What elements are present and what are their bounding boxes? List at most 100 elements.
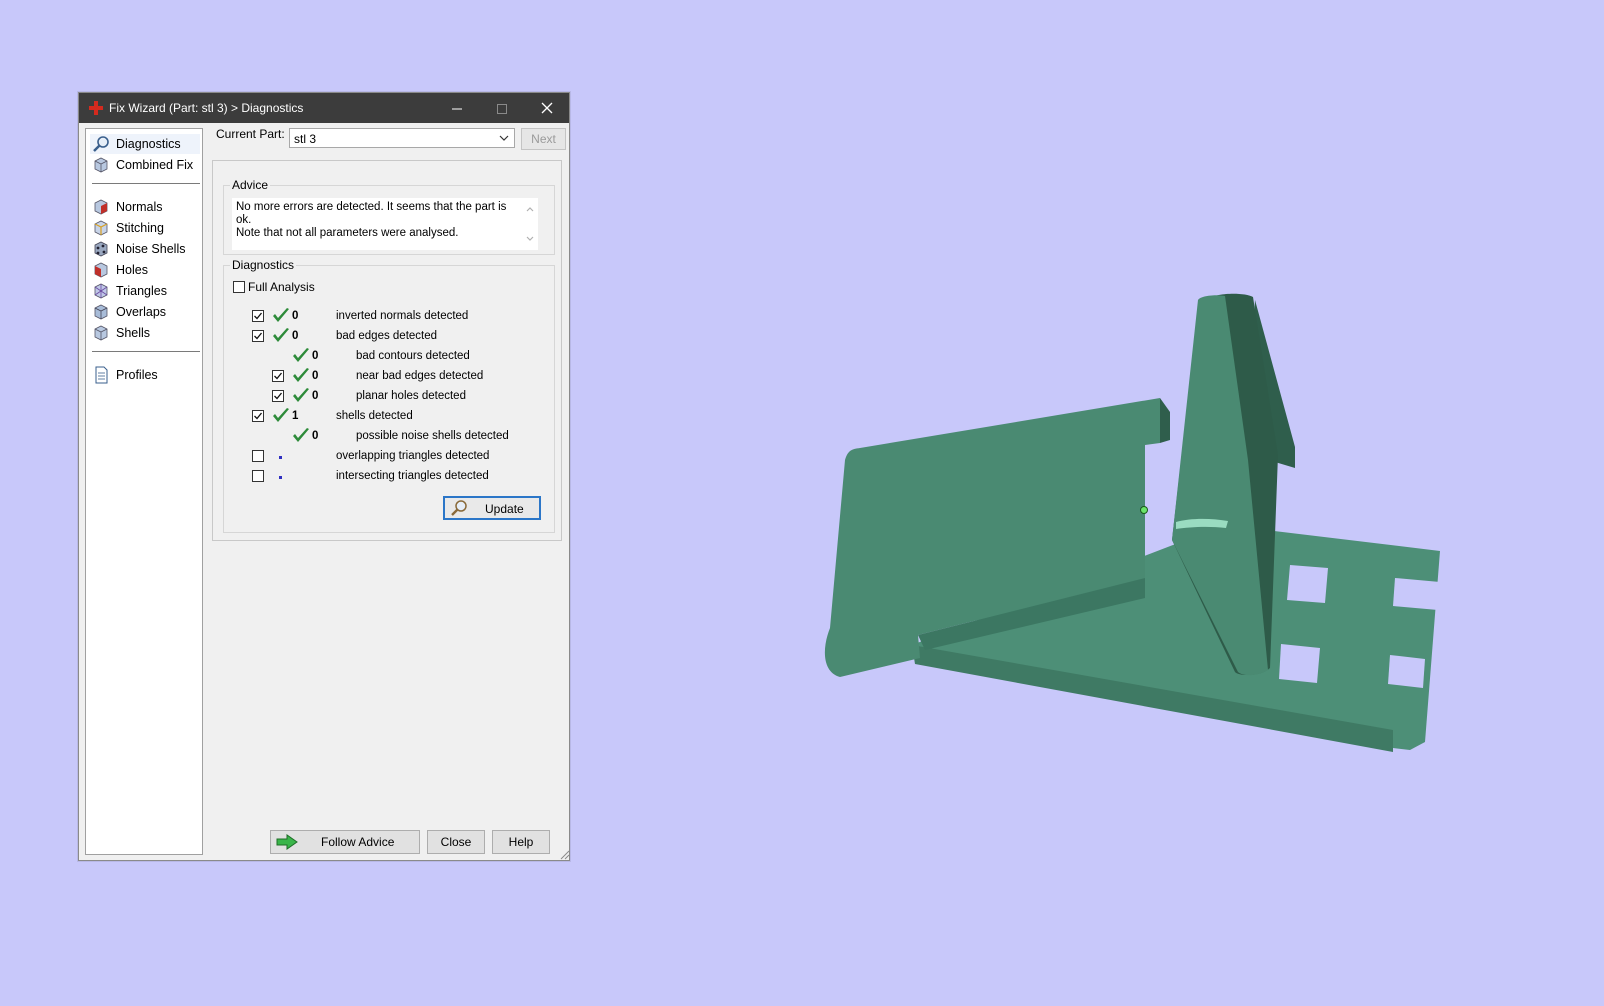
minimize-icon [451, 108, 462, 110]
triangles-icon [94, 283, 108, 299]
current-part-select[interactable]: stl 3 [289, 128, 515, 148]
minimize-button[interactable] [434, 93, 479, 123]
advice-text: No more errors are detected. It seems th… [236, 201, 516, 240]
nav-label: Overlaps [116, 305, 167, 319]
nav-label: Shells [116, 326, 151, 340]
nav-separator [92, 351, 200, 352]
holes-icon [94, 262, 108, 278]
current-part-value: stl 3 [294, 132, 317, 146]
full-analysis-checkbox[interactable] [233, 281, 245, 293]
diagnostic-checkbox[interactable] [252, 310, 264, 322]
diagnostic-label: bad contours detected [356, 350, 470, 362]
advice-scrollbar[interactable] [522, 198, 538, 250]
diagnostic-checkbox[interactable] [272, 370, 284, 382]
checkmark-icon [254, 412, 263, 420]
diagnostic-checkbox[interactable] [252, 330, 264, 342]
diagnostic-label: inverted normals detected [336, 310, 469, 322]
scroll-down-icon [526, 236, 534, 241]
green-check-icon [293, 368, 309, 382]
nav-item-noise-shells[interactable]: Noise Shells [90, 239, 200, 259]
nav-label: Normals [116, 200, 163, 214]
nav-item-profiles[interactable]: Profiles [90, 365, 200, 385]
update-label: Update [485, 502, 524, 516]
diagnostic-label: planar holes detected [356, 390, 466, 402]
advice-group: Advice No more errors are detected. It s… [223, 178, 555, 255]
green-check-icon [293, 428, 309, 442]
green-check-icon [293, 348, 309, 362]
red-cross-icon [89, 101, 103, 115]
close-button[interactable]: Close [427, 830, 485, 854]
nav-item-diagnostics[interactable]: Diagnostics [90, 134, 200, 154]
nav-item-combined-fix[interactable]: Combined Fix [90, 155, 200, 175]
checkmark-icon [274, 372, 283, 380]
pending-status-icon [279, 476, 282, 479]
diagnostic-label: bad edges detected [336, 330, 438, 342]
pivot-marker[interactable] [1140, 506, 1148, 514]
help-button[interactable]: Help [492, 830, 550, 854]
green-check-icon [273, 328, 289, 342]
nav-label: Diagnostics [116, 137, 181, 151]
overlaps-icon [94, 304, 108, 320]
diagnostic-checkbox[interactable] [252, 450, 264, 462]
normals-icon [94, 199, 108, 215]
pending-status-icon [279, 456, 282, 459]
resize-grip-icon[interactable] [560, 850, 570, 860]
diagnostic-label: overlapping triangles detected [336, 450, 490, 462]
full-analysis-label: Full Analysis [248, 280, 315, 294]
nav-item-triangles[interactable]: Triangles [90, 281, 200, 301]
diagnostic-count: 0 [312, 390, 319, 402]
green-check-icon [273, 308, 289, 322]
nav-item-overlaps[interactable]: Overlaps [90, 302, 200, 322]
nav-item-stitching[interactable]: Stitching [90, 218, 200, 238]
advice-line-2: Note that not all parameters were analys… [236, 227, 459, 239]
nav-item-shells[interactable]: Shells [90, 323, 200, 343]
nav-item-holes[interactable]: Holes [90, 260, 200, 280]
wizard-navigation: Diagnostics Combined Fix Normals Stitchi… [85, 128, 203, 855]
current-part-label: Current Part: [216, 127, 285, 141]
next-button[interactable]: Next [521, 128, 566, 150]
update-button[interactable]: Update [443, 496, 541, 520]
nav-label: Stitching [116, 221, 164, 235]
shells-icon [94, 325, 108, 341]
checkmark-icon [274, 392, 283, 400]
stitching-icon [94, 220, 108, 236]
follow-advice-button[interactable]: Follow Advice [270, 830, 420, 854]
diagnostic-count: 0 [312, 430, 319, 442]
nav-item-normals[interactable]: Normals [90, 197, 200, 217]
part-notch-2 [1388, 655, 1425, 688]
advice-textbox[interactable]: No more errors are detected. It seems th… [232, 198, 538, 250]
diagnostic-count: 0 [292, 330, 299, 342]
maximize-icon [496, 104, 507, 115]
title-bar[interactable]: Fix Wizard (Part: stl 3) > Diagnostics [79, 93, 569, 123]
diagnostic-checkbox[interactable] [252, 410, 264, 422]
diagnostic-count: 0 [312, 350, 319, 362]
diagnostic-label: intersecting triangles detected [336, 470, 489, 482]
diagnostic-label: possible noise shells detected [356, 430, 509, 442]
scroll-up-icon [526, 207, 534, 212]
part-slot-2 [1279, 644, 1320, 683]
maximize-button[interactable] [479, 93, 524, 123]
checkmark-icon [254, 312, 263, 320]
nav-label: Triangles [116, 284, 167, 298]
green-arrow-right-icon [276, 834, 298, 850]
part-notch-1 [1393, 578, 1440, 610]
diagnostic-checkbox[interactable] [252, 470, 264, 482]
noise-shells-icon [94, 241, 108, 257]
nav-separator [92, 183, 200, 184]
part-clip-side [1160, 398, 1170, 443]
diagnostic-count: 1 [292, 410, 299, 422]
diagnostic-checkbox[interactable] [272, 390, 284, 402]
nav-label: Holes [116, 263, 148, 277]
magnifier-icon [93, 136, 109, 152]
advice-title: Advice [230, 178, 271, 192]
3d-part-model[interactable] [824, 293, 1440, 752]
nav-label: Noise Shells [116, 242, 186, 256]
diagnostic-count: 0 [292, 310, 299, 322]
diagnostic-count: 0 [312, 370, 319, 382]
magnifier-icon [451, 500, 467, 516]
nav-label: Combined Fix [116, 158, 194, 172]
dialog-title: Fix Wizard (Part: stl 3) > Diagnostics [109, 101, 304, 115]
nav-label: Profiles [116, 368, 158, 382]
checkmark-icon [254, 332, 263, 340]
close-window-button[interactable] [524, 93, 569, 123]
